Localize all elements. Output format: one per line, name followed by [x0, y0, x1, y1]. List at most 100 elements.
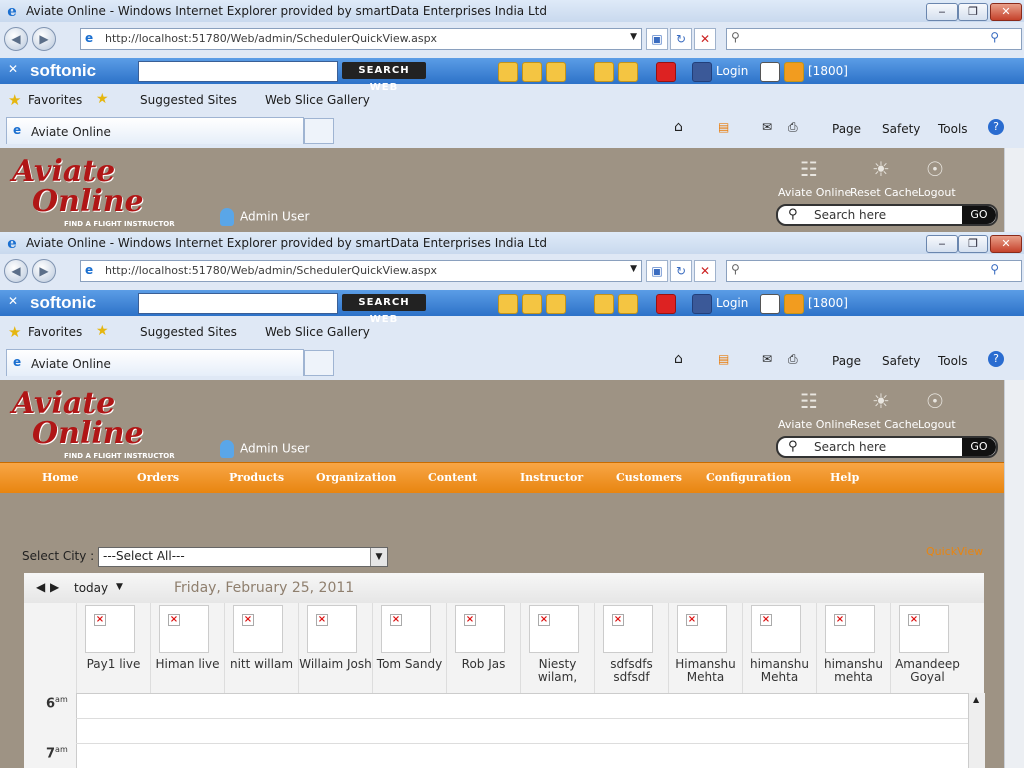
amazon-icon[interactable]	[760, 62, 780, 82]
tools-menu[interactable]: Tools	[938, 122, 968, 136]
cart-icon[interactable]: ☷	[796, 388, 822, 414]
resource-column[interactable]: × Willaim Josh	[298, 603, 372, 693]
game-icon[interactable]	[546, 62, 566, 82]
rss-icon[interactable]	[784, 294, 804, 314]
print-icon[interactable]: ⎙	[788, 352, 798, 367]
favorites-button[interactable]: Favorites	[28, 325, 82, 339]
resource-column[interactable]: × himanshu mehta	[816, 603, 890, 693]
logout-icon[interactable]: ☉	[922, 156, 948, 182]
heart-icon[interactable]	[656, 294, 676, 314]
city-select[interactable]: ---Select All--- ▼	[98, 547, 388, 567]
logout-icon[interactable]: ☉	[922, 388, 948, 414]
nav-configuration[interactable]: Configuration	[706, 471, 791, 484]
resource-column[interactable]: × nitt willam	[224, 603, 298, 693]
address-bar[interactable]: e http://localhost:51780/Web/admin/Sched…	[80, 260, 642, 282]
minimize-button[interactable]: ‒	[926, 3, 958, 21]
resource-column[interactable]: × Tom Sandy	[372, 603, 446, 693]
site-logo[interactable]: Aviate Online FIND A FLIGHT INSTRUCTOR	[8, 386, 178, 460]
add-favorite-icon[interactable]: ★	[96, 323, 109, 339]
resource-column[interactable]: × Rob Jas	[446, 603, 520, 693]
stop-icon[interactable]: ✕	[694, 260, 716, 282]
resource-column[interactable]: × Pay1 live	[76, 603, 150, 693]
safety-menu[interactable]: Safety	[882, 122, 920, 136]
home-icon[interactable]: ⌂	[674, 351, 683, 367]
game-icon[interactable]	[546, 294, 566, 314]
new-tab-button[interactable]	[304, 350, 334, 376]
refresh-icon[interactable]: ↻	[670, 260, 692, 282]
tab-aviate-online[interactable]: e Aviate Online	[6, 349, 304, 376]
nav-help[interactable]: Help	[830, 471, 859, 484]
nav-content[interactable]: Content	[428, 471, 477, 484]
next-day-icon[interactable]: ▶	[50, 580, 59, 594]
close-button[interactable]: ✕	[990, 235, 1022, 253]
aviate-online-link[interactable]: Aviate Online	[778, 186, 851, 199]
tool-icon[interactable]	[522, 294, 542, 314]
search-web-button[interactable]: SEARCH WEB	[342, 294, 426, 325]
mail-icon[interactable]: ✉	[762, 120, 772, 134]
login-link[interactable]: Login	[716, 64, 748, 78]
radio-icon[interactable]	[594, 294, 614, 314]
scroll-up-icon[interactable]: ▲	[973, 695, 979, 704]
compat-view-icon[interactable]: ▣	[646, 28, 668, 50]
smiley-icon[interactable]	[498, 62, 518, 82]
smiley-icon[interactable]	[498, 294, 518, 314]
nav-products[interactable]: Products	[229, 471, 284, 484]
scheduler-scrollbar[interactable]: ▲	[968, 693, 985, 768]
resource-column[interactable]: × Himanshu Mehta	[668, 603, 742, 693]
tools-menu[interactable]: Tools	[938, 354, 968, 368]
amazon-icon[interactable]	[760, 294, 780, 314]
new-tab-button[interactable]	[304, 118, 334, 144]
feeds-icon[interactable]: ▤	[718, 352, 729, 366]
page-scrollbar[interactable]	[1004, 380, 1024, 768]
heart-icon[interactable]	[656, 62, 676, 82]
scrollbar[interactable]	[1004, 148, 1024, 232]
page-menu[interactable]: Page	[832, 122, 861, 136]
search-go-icon[interactable]: ⚲	[990, 30, 999, 44]
search-web-button[interactable]: SEARCH WEB	[342, 62, 426, 93]
help-icon[interactable]: ?	[988, 351, 1004, 367]
suggested-sites-link[interactable]: Suggested Sites	[140, 325, 237, 339]
cart-icon[interactable]: ☷	[796, 156, 822, 182]
softonic-search-input[interactable]	[138, 293, 338, 314]
favorites-button[interactable]: Favorites	[28, 93, 82, 107]
site-search-input[interactable]: ⚲ Search here GO	[776, 204, 998, 226]
sun-icon[interactable]: ☀	[868, 388, 894, 414]
suggested-sites-link[interactable]: Suggested Sites	[140, 93, 237, 107]
compat-view-icon[interactable]: ▣	[646, 260, 668, 282]
maximize-button[interactable]: ❐	[958, 235, 988, 253]
address-bar[interactable]: e http://localhost:51780/Web/admin/Sched…	[80, 28, 642, 50]
chevron-down-icon[interactable]: ▼	[116, 582, 123, 592]
softonic-search-input[interactable]	[138, 61, 338, 82]
resource-column[interactable]: × Himan live	[150, 603, 224, 693]
today-button[interactable]: today	[74, 581, 108, 595]
resource-column[interactable]: × Niesty wilam,	[520, 603, 594, 693]
browser-search-input[interactable]: ⚲ ⚲	[726, 28, 1022, 50]
mail-icon[interactable]: ✉	[762, 352, 772, 366]
sun-icon[interactable]: ☀	[868, 156, 894, 182]
page-menu[interactable]: Page	[832, 354, 861, 368]
minimize-button[interactable]: ‒	[926, 235, 958, 253]
resource-column[interactable]: × himanshu Mehta	[742, 603, 816, 693]
nav-customers[interactable]: Customers	[616, 471, 682, 484]
tool-icon[interactable]	[522, 62, 542, 82]
go-button[interactable]: GO	[962, 206, 996, 224]
reset-cache-link[interactable]: Reset Cache	[850, 186, 918, 199]
quickview-link[interactable]: QuickView	[926, 545, 983, 558]
logout-link[interactable]: Logout	[918, 418, 956, 431]
login-link[interactable]: Login	[716, 296, 748, 310]
browser-search-input[interactable]: ⚲ ⚲	[726, 260, 1022, 282]
rss-icon[interactable]	[784, 62, 804, 82]
back-button[interactable]: ◀	[4, 259, 28, 283]
radio-icon[interactable]	[594, 62, 614, 82]
facebook-icon[interactable]	[692, 62, 712, 82]
site-logo[interactable]: Aviate Online FIND A FLIGHT INSTRUCTOR	[8, 154, 178, 228]
chevron-down-icon[interactable]: ▼	[630, 264, 637, 274]
resource-column[interactable]: × sdfsdfs sdfsdf	[594, 603, 668, 693]
help-icon[interactable]: ?	[988, 119, 1004, 135]
add-favorite-icon[interactable]: ★	[96, 91, 109, 107]
forward-button[interactable]: ▶	[32, 259, 56, 283]
logout-link[interactable]: Logout	[918, 186, 956, 199]
aviate-online-link[interactable]: Aviate Online	[778, 418, 851, 431]
safety-menu[interactable]: Safety	[882, 354, 920, 368]
facebook-icon[interactable]	[692, 294, 712, 314]
